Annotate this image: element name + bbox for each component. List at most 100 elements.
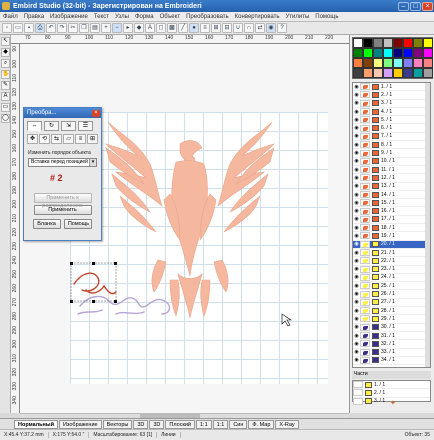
- color-swatch[interactable]: [403, 58, 413, 68]
- color-swatch[interactable]: [423, 48, 433, 58]
- list-item[interactable]: ◉ 25. / 1: [353, 282, 430, 291]
- color-swatch[interactable]: [363, 38, 373, 48]
- list-item[interactable]: ◉ 15. / 1: [353, 199, 430, 208]
- align-icon[interactable]: ≡: [200, 23, 210, 33]
- view-tab[interactable]: 1:1: [212, 419, 229, 429]
- zoom-in-icon[interactable]: +: [101, 23, 111, 33]
- eye-icon[interactable]: ◉: [353, 324, 360, 330]
- open-icon[interactable]: ▭: [13, 23, 23, 33]
- color-swatch[interactable]: [353, 38, 363, 48]
- view-tab[interactable]: Изображение: [58, 419, 102, 429]
- list-item[interactable]: ◉ 9. / 1: [353, 149, 430, 158]
- menu-item-6[interactable]: Объект: [157, 14, 183, 20]
- view-tab[interactable]: Ф. Мар: [248, 419, 275, 429]
- color-swatch[interactable]: [363, 58, 373, 68]
- list-item[interactable]: ◉ 34. / 1: [353, 356, 430, 366]
- color-swatch[interactable]: [353, 68, 363, 78]
- eye-icon[interactable]: ◉: [353, 100, 360, 106]
- menu-item-1[interactable]: Правка: [21, 14, 47, 20]
- menu-item-4[interactable]: Узлы: [112, 14, 132, 20]
- list-item[interactable]: ◉ 31. / 1: [353, 332, 430, 341]
- node-icon[interactable]: ◆: [1, 48, 10, 57]
- help-icon[interactable]: ?: [277, 23, 287, 33]
- zoom-out-icon[interactable]: −: [112, 23, 122, 33]
- tab-move-icon[interactable]: ⇔: [27, 121, 42, 131]
- eye-icon[interactable]: ◉: [353, 200, 360, 206]
- list-item[interactable]: ◉ 27. / 1: [353, 298, 430, 308]
- eye-icon[interactable]: ◉: [353, 274, 360, 280]
- color-swatch[interactable]: [413, 68, 423, 78]
- node-icon[interactable]: ◆: [134, 23, 144, 33]
- pen-icon[interactable]: ✎: [1, 81, 10, 90]
- rect-icon[interactable]: ▭: [1, 103, 10, 112]
- view-tab[interactable]: 3D: [133, 419, 149, 429]
- list-item[interactable]: ◉ 26. / 1: [353, 290, 430, 299]
- list-item[interactable]: ◉ 4. / 1: [353, 108, 430, 117]
- ellipse-icon[interactable]: ◯: [1, 114, 10, 123]
- eye-icon[interactable]: ◉: [353, 308, 360, 314]
- list-item[interactable]: ◉ 16. / 1: [353, 207, 430, 216]
- eye-icon[interactable]: ◉: [353, 208, 360, 214]
- tab-rotate-icon[interactable]: ↻: [44, 121, 59, 131]
- eye-icon[interactable]: ◉: [353, 225, 360, 231]
- eye-icon[interactable]: ◉: [353, 233, 360, 239]
- print-icon[interactable]: ⎙: [35, 23, 45, 33]
- color-swatch[interactable]: [393, 48, 403, 58]
- list-item[interactable]: ◉ 2. / 1: [353, 91, 430, 100]
- cut-icon[interactable]: ✂: [68, 23, 78, 33]
- eye-icon[interactable]: ◉: [353, 333, 360, 339]
- cancel-button[interactable]: Bланка: [32, 219, 61, 229]
- view-tab[interactable]: X-Ray: [275, 419, 299, 429]
- paste-icon[interactable]: ▤: [90, 23, 100, 33]
- color-swatch[interactable]: [423, 58, 433, 68]
- apply-to-distribution-button[interactable]: Применить к распределению: [33, 193, 92, 209]
- fill-icon[interactable]: ▩: [167, 23, 177, 33]
- eye-icon[interactable]: ◉: [353, 258, 360, 264]
- tab-scale-icon[interactable]: ⇲: [61, 121, 76, 131]
- eye-icon[interactable]: ◉: [353, 84, 360, 90]
- copy-icon[interactable]: ❐: [79, 23, 89, 33]
- eye-icon[interactable]: ◉: [353, 192, 360, 198]
- eye-icon[interactable]: ◉: [353, 241, 360, 247]
- move-icon[interactable]: ✥: [27, 134, 38, 144]
- color-swatch[interactable]: [373, 58, 383, 68]
- color-swatch[interactable]: [413, 58, 423, 68]
- eye-icon[interactable]: ◉: [353, 250, 360, 256]
- color-swatch[interactable]: [423, 38, 433, 48]
- eye-icon[interactable]: ◉: [353, 283, 360, 289]
- color-swatch[interactable]: [383, 48, 393, 58]
- eye-icon[interactable]: ◉: [353, 92, 360, 98]
- maximize-button[interactable]: □: [410, 1, 421, 11]
- list-item[interactable]: ◉ 18. / 1: [353, 224, 430, 233]
- list-item[interactable]: ◉ 30. / 1: [353, 323, 430, 332]
- eye-icon[interactable]: ◉: [353, 349, 360, 355]
- minimize-button[interactable]: –: [398, 1, 409, 11]
- ungroup-icon[interactable]: ⊟: [222, 23, 232, 33]
- list-item[interactable]: ◉ 23. / 1: [353, 265, 430, 274]
- order-option-select[interactable]: Вставка перед позицией ▾: [28, 158, 97, 167]
- color-swatch[interactable]: [393, 38, 403, 48]
- text-icon[interactable]: A: [1, 92, 10, 101]
- eye-icon[interactable]: ◉: [353, 175, 360, 181]
- list-item[interactable]: ◉ 33. / 1: [353, 348, 430, 357]
- list-item[interactable]: ◉ 24. / 1: [353, 273, 430, 283]
- order-icon[interactable]: ≡: [75, 134, 86, 144]
- group-icon[interactable]: ⊞: [211, 23, 221, 33]
- weld-icon[interactable]: ∪: [233, 23, 243, 33]
- preview-icon[interactable]: ◉: [266, 23, 276, 33]
- eye-icon[interactable]: ◉: [353, 183, 360, 189]
- color-swatch[interactable]: [413, 38, 423, 48]
- mirror-icon[interactable]: ⇆: [51, 134, 62, 144]
- list-item[interactable]: ◉ 8. / 1: [353, 141, 430, 150]
- list-item[interactable]: ◉ 17. / 1: [353, 215, 430, 225]
- eye-icon[interactable]: ◉: [353, 125, 360, 131]
- convert-icon[interactable]: ⇄: [255, 23, 265, 33]
- parts-list-item[interactable]: 2. / 1: [353, 389, 430, 398]
- select-icon[interactable]: ▸: [123, 23, 133, 33]
- list-item[interactable]: ◉ 10. / 1: [353, 157, 430, 166]
- view-tab[interactable]: Син: [229, 419, 248, 429]
- eye-icon[interactable]: ◉: [353, 150, 360, 156]
- shape-icon[interactable]: ◻: [156, 23, 166, 33]
- list-item[interactable]: ◉ 5. / 1: [353, 116, 430, 125]
- eye-icon[interactable]: ◉: [353, 133, 360, 139]
